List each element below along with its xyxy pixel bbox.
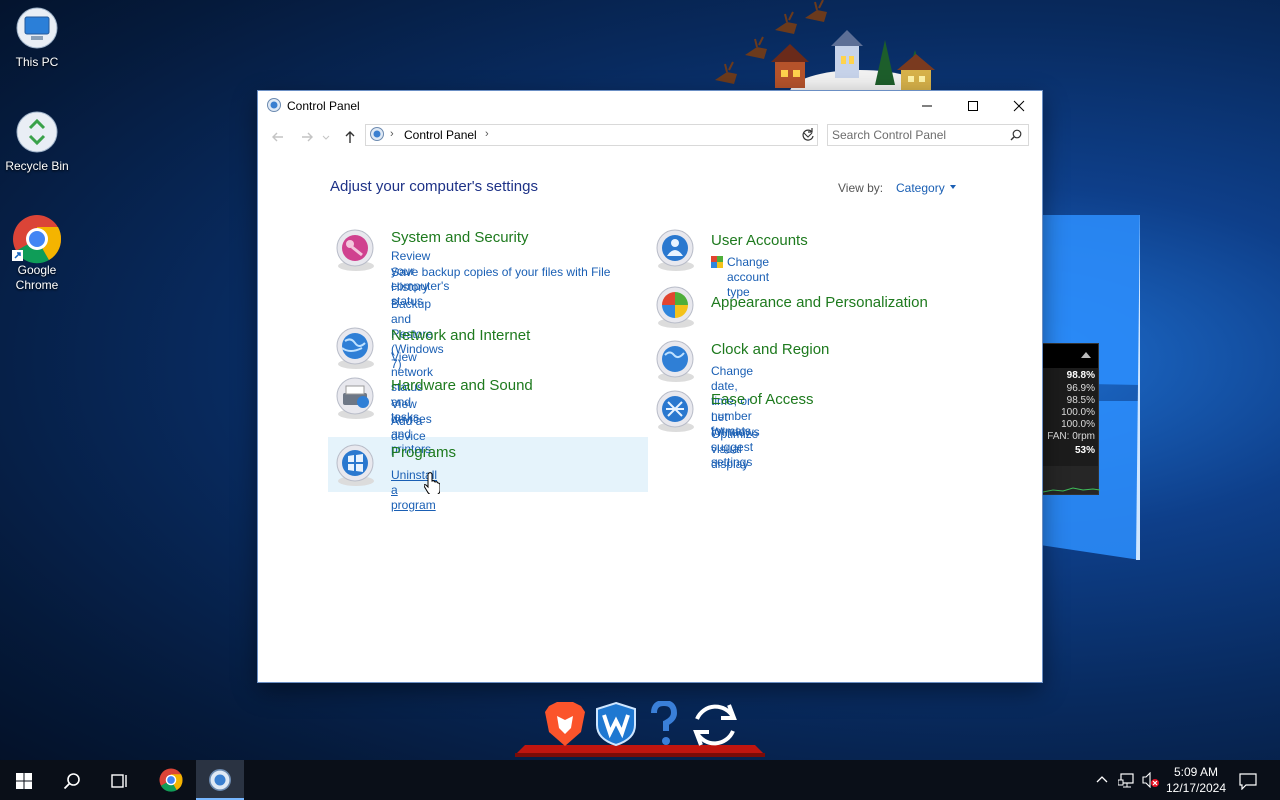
user-accounts-icon: [656, 229, 694, 271]
minimize-icon: [922, 105, 932, 107]
window-title: Control Panel: [287, 99, 360, 113]
gadget-value: 53%: [1074, 445, 1095, 456]
network-icon[interactable]: [1118, 772, 1136, 788]
gadget-value: 96.9%: [1066, 383, 1095, 394]
task-view-button[interactable]: [96, 760, 144, 800]
desktop-icon-label: Recycle Bin: [5, 159, 69, 173]
view-by-label: View by:: [838, 181, 884, 195]
uac-shield-icon: [711, 256, 723, 268]
christmas-decoration: [715, 0, 935, 92]
app-dock: [515, 695, 765, 757]
taskbar-clock[interactable]: 5:09 AM 12/17/2024: [1162, 764, 1230, 796]
gadget-value: 100.0%: [1061, 419, 1095, 430]
category-title-network-internet[interactable]: Network and Internet: [391, 327, 530, 344]
search-button[interactable]: [48, 760, 96, 800]
maximize-icon: [968, 101, 978, 111]
gadget-fan-value: FAN: 0rpm: [1047, 431, 1095, 442]
forward-arrow-icon[interactable]: [299, 129, 315, 145]
view-by-dropdown[interactable]: Category: [896, 181, 945, 195]
system-monitor-gadget: 98.8% 96.9% 98.5% 100.0% 100.0% FAN: 0rp…: [1042, 343, 1101, 495]
category-title-appearance[interactable]: Appearance and Personalization: [711, 294, 928, 311]
start-button[interactable]: [0, 760, 48, 800]
chevron-down-icon[interactable]: [950, 185, 956, 189]
link-file-history[interactable]: Save backup copies of your files with Fi…: [391, 265, 631, 295]
taskbar-chrome[interactable]: [147, 760, 195, 800]
computer-icon: [14, 6, 60, 52]
appearance-icon: [656, 286, 694, 328]
printer-speaker-icon: [336, 377, 374, 419]
gadget-value: 100.0%: [1061, 407, 1095, 418]
chevron-right-icon[interactable]: ›: [485, 128, 489, 140]
breadcrumb[interactable]: Control Panel: [404, 128, 477, 142]
gadget-cpu-value: 98.8%: [1066, 370, 1095, 381]
page-title: Adjust your computer's settings: [330, 178, 538, 195]
chrome-icon: [12, 214, 62, 264]
desktop-icon-label: Google Chrome: [15, 263, 59, 292]
help-icon[interactable]: [648, 701, 680, 747]
navigation-bar: › Control Panel ›: [258, 121, 1042, 153]
desktop-icon-recycle-bin[interactable]: Recycle Bin: [2, 110, 72, 174]
control-panel-window: Control Panel › Control Panel › Search C…: [258, 91, 1042, 682]
minimize-button[interactable]: [904, 91, 950, 121]
up-arrow-icon[interactable]: [342, 129, 358, 145]
link-optimize-display[interactable]: Optimize visual display: [711, 427, 758, 472]
gadget-value: 98.5%: [1066, 395, 1095, 406]
back-arrow-icon[interactable]: [270, 129, 286, 145]
category-title-programs[interactable]: Programs: [391, 444, 456, 461]
wise-care-icon[interactable]: [595, 701, 637, 747]
windows-start-icon: [16, 773, 32, 789]
taskbar-control-panel[interactable]: [196, 760, 244, 800]
search-input[interactable]: [832, 128, 1002, 142]
clock-globe-icon: [656, 340, 694, 382]
desktop-icon-this-pc[interactable]: This PC: [2, 6, 72, 70]
collapse-arrow-icon[interactable]: [1081, 352, 1091, 358]
category-title-clock-region[interactable]: Clock and Region: [711, 341, 829, 358]
control-panel-icon: [267, 98, 281, 115]
refresh-icon[interactable]: [798, 124, 818, 146]
clock-date: 12/17/2024: [1165, 781, 1227, 795]
show-hidden-icons-icon[interactable]: [1096, 774, 1108, 786]
recycle-bin-icon: [14, 110, 60, 156]
hand-cursor-icon: [424, 472, 440, 494]
recent-locations-icon[interactable]: [321, 129, 331, 145]
category-title-ease-of-access[interactable]: Ease of Access: [711, 391, 814, 408]
chrome-icon: [159, 768, 183, 792]
desktop-icon-label: This PC: [15, 55, 59, 69]
search-icon: [63, 773, 80, 790]
search-box[interactable]: [827, 124, 1029, 146]
action-center-icon[interactable]: [1239, 772, 1257, 790]
search-icon[interactable]: [1010, 129, 1022, 141]
close-button[interactable]: [996, 91, 1042, 121]
volume-muted-icon[interactable]: [1142, 772, 1160, 788]
taskbar: 5:09 AM 12/17/2024: [0, 760, 1280, 800]
title-bar[interactable]: Control Panel: [258, 91, 1042, 121]
link-add-device[interactable]: Add a device: [391, 414, 426, 444]
brave-icon[interactable]: [543, 700, 587, 748]
control-panel-location-icon: [370, 127, 384, 144]
programs-disc-icon: [336, 444, 374, 486]
close-icon: [1013, 100, 1025, 112]
view-by: View by: Category: [838, 181, 956, 195]
shield-key-icon: [336, 229, 374, 271]
ease-of-access-icon: [656, 390, 694, 432]
task-view-icon: [111, 774, 127, 788]
gadget-graph: [1042, 466, 1101, 494]
category-title-user-accounts[interactable]: User Accounts: [711, 232, 808, 249]
category-title-system-security[interactable]: System and Security: [391, 229, 529, 246]
maximize-button[interactable]: [950, 91, 996, 121]
chevron-right-icon[interactable]: ›: [390, 128, 394, 140]
control-panel-icon: [209, 769, 231, 791]
globe-network-icon: [336, 327, 374, 369]
desktop-icon-google-chrome[interactable]: Google Chrome: [2, 214, 72, 293]
category-title-hardware-sound[interactable]: Hardware and Sound: [391, 377, 533, 394]
clock-time: 5:09 AM: [1173, 765, 1219, 779]
sync-icon[interactable]: [689, 699, 741, 751]
address-bar[interactable]: › Control Panel ›: [365, 124, 818, 146]
